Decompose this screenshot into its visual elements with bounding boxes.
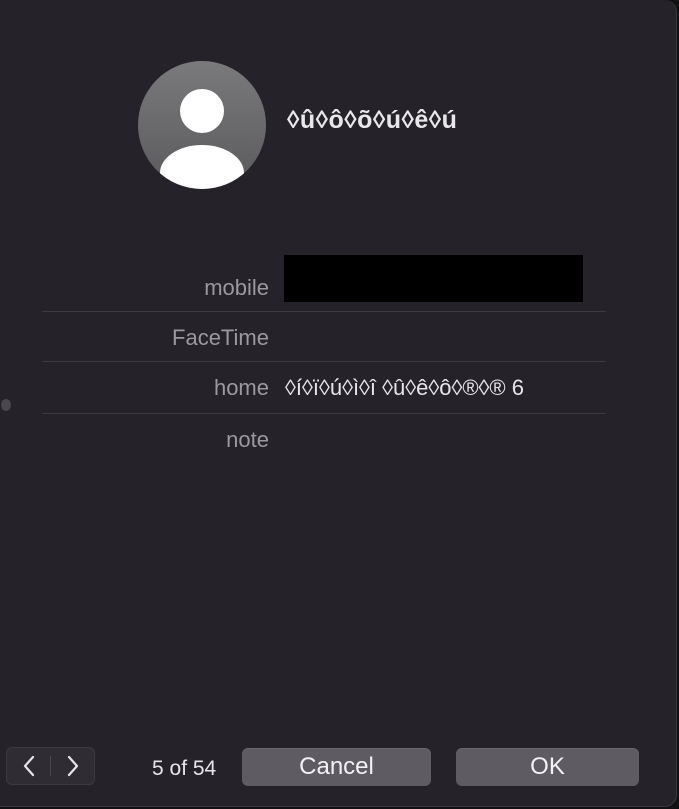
person-silhouette-icon [160,89,244,189]
cancel-button[interactable]: Cancel [242,748,431,786]
field-row-facetime: FaceTime [42,313,606,363]
divider [42,311,606,312]
previous-record-button[interactable] [7,748,51,784]
next-record-button[interactable] [51,748,95,784]
redacted-phone-number [284,255,583,302]
field-row-home: home ◊í◊ï◊ú◊ì◊î ◊û◊ê◊ô◊®◊® 6 [42,363,606,413]
divider [42,361,606,362]
field-row-note: note [42,415,606,465]
contact-card-panel: ◊û◊ô◊õ◊ú◊ê◊ú mobile FaceTime home ◊í◊ï◊ú… [0,0,677,807]
chevron-left-icon [23,755,35,777]
chevron-right-icon [67,755,79,777]
field-label-note: note [226,427,269,452]
contact-avatar[interactable] [138,61,266,189]
field-label-home: home [213,375,269,400]
ok-button[interactable]: OK [456,748,639,786]
field-value-home-address[interactable]: ◊í◊ï◊ú◊ì◊î ◊û◊ê◊ô◊®◊® 6 [285,375,524,401]
resize-handle-dot [1,399,11,411]
record-counter: 5 of 54 [152,757,217,780]
divider [42,413,606,414]
record-navigation [6,747,95,785]
field-label-facetime: FaceTime [172,325,269,350]
contact-name: ◊û◊ô◊õ◊ú◊ê◊ú [287,106,458,134]
field-label-mobile: mobile [204,275,269,300]
